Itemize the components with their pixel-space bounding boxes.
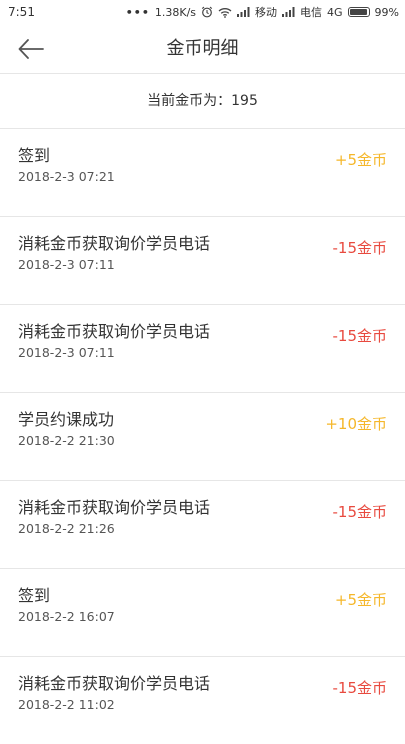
record-time: 2018-2-3 07:11 <box>18 257 115 272</box>
list-item: 签到 2018-2-2 16:07 +5金币 <box>0 568 405 656</box>
record-title: 学员约课成功 <box>18 410 115 429</box>
status-dots: ••• <box>125 5 150 19</box>
battery-icon <box>347 7 370 17</box>
battery-percent: 99% <box>374 5 399 19</box>
list-item: 消耗金币获取询价学员电话 2018-2-3 07:11 -15金币 <box>0 304 405 392</box>
record-title: 消耗金币获取询价学员电话 <box>18 498 211 517</box>
list-item: 学员约课成功 2018-2-2 21:30 +10金币 <box>0 392 405 480</box>
wifi-icon <box>218 7 232 18</box>
battery-body <box>347 7 370 17</box>
record-amount: -15金币 <box>332 327 388 345</box>
record-amount: -15金币 <box>332 679 388 697</box>
back-arrow-icon <box>18 39 44 59</box>
record-title: 消耗金币获取询价学员电话 <box>18 322 211 341</box>
record-time: 2018-2-2 21:30 <box>18 433 115 448</box>
record-list: 签到 2018-2-3 07:21 +5金币 消耗金币获取询价学员电话 2018-2-3… <box>0 128 405 744</box>
balance-label: 当前金币为：195 <box>147 93 258 109</box>
signal-icon <box>237 7 250 17</box>
record-time: 2018-2-3 07:11 <box>18 345 115 360</box>
record-title: 消耗金币获取询价学员电话 <box>18 234 211 253</box>
signal-icon <box>282 7 295 17</box>
status-bar: 7:51 ••• 1.38K/s 移动 电信 4G 99% <box>0 0 405 24</box>
carrier-2: 电信 <box>300 6 323 19</box>
record-amount: +10金币 <box>325 415 387 433</box>
battery-fill <box>349 9 368 15</box>
record-time: 2018-2-3 07:21 <box>18 169 115 184</box>
record-amount: -15金币 <box>332 503 388 521</box>
status-time: 7:51 <box>8 5 35 19</box>
record-title: 消耗金币获取询价学员电话 <box>18 674 211 693</box>
record-time: 2018-2-2 21:26 <box>18 521 115 536</box>
record-time: 2018-2-2 16:07 <box>18 609 115 624</box>
record-time: 2018-2-2 11:02 <box>18 697 115 712</box>
list-item: 签到 2018-2-3 07:21 +5金币 <box>0 128 405 216</box>
record-amount: +5金币 <box>334 151 387 169</box>
carrier-1: 移动 <box>255 6 278 19</box>
record-title: 签到 <box>18 146 51 165</box>
network-type: 4G <box>327 5 343 19</box>
status-right: ••• 1.38K/s 移动 电信 4G 99% <box>126 4 399 20</box>
record-title: 签到 <box>18 586 51 605</box>
back-button[interactable] <box>16 36 46 62</box>
list-item: 消耗金币获取询价学员电话 2018-2-2 21:26 -15金币 <box>0 480 405 568</box>
list-item: 消耗金币获取询价学员电话 2018-2-2 11:02 -15金币 <box>0 656 405 744</box>
nav-bar: 金币明细 <box>0 24 405 74</box>
alarm-icon <box>201 6 213 18</box>
record-amount: -15金币 <box>332 239 388 257</box>
list-item: 消耗金币获取询价学员电话 2018-2-3 07:11 -15金币 <box>0 216 405 304</box>
page-title: 金币明细 <box>166 38 239 59</box>
record-amount: +5金币 <box>334 591 387 609</box>
network-speed: 1.38K/s <box>154 5 197 19</box>
